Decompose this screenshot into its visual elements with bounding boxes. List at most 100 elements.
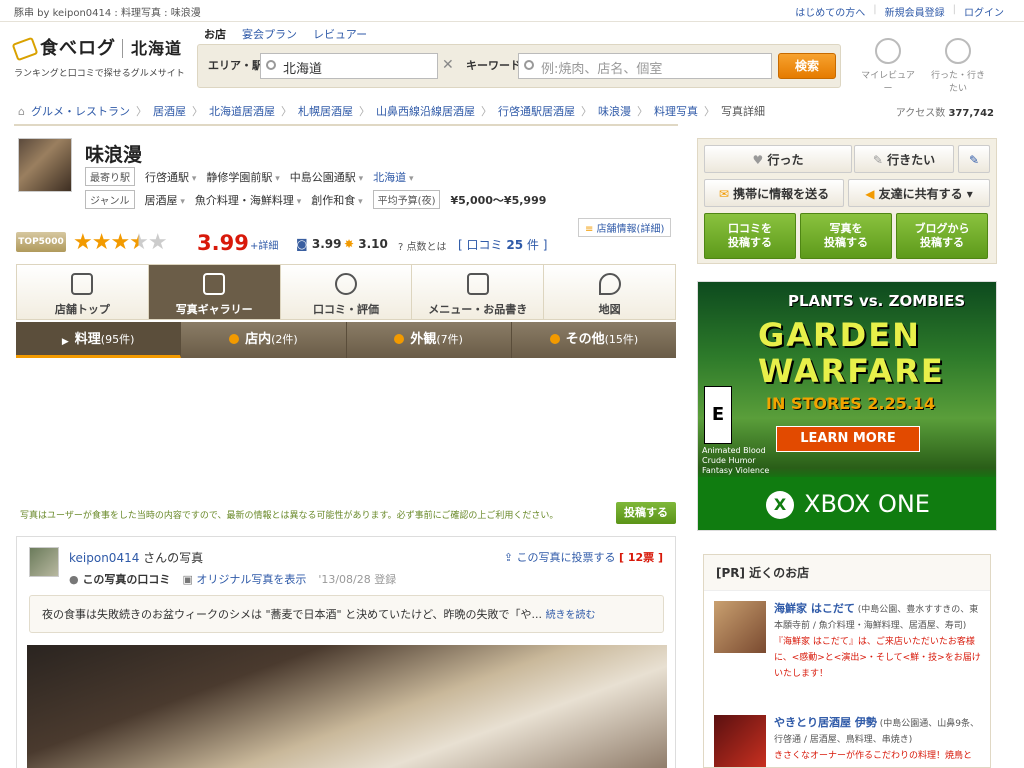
station-link[interactable]: 行啓通駅 — [145, 169, 196, 185]
search-tab-shops[interactable]: お店 — [204, 26, 226, 42]
ad-cta-button[interactable]: LEARN MORE — [776, 426, 920, 452]
send-mobile-label: 携帯に情報を送る — [733, 187, 830, 201]
went-wanted-button[interactable]: 行った・行きたい — [928, 34, 988, 94]
tab-photo-gallery[interactable]: 写真ギャラリー — [148, 265, 281, 319]
home-icon: ⌂ — [18, 104, 25, 118]
breadcrumb-item[interactable]: 味浪漫 — [598, 103, 631, 119]
avatar[interactable] — [29, 547, 59, 577]
shop-detail-label: 店舗情報(詳細) — [596, 224, 665, 235]
heart-icon: ♥ — [752, 153, 768, 167]
went-button[interactable]: ♥ 行った — [704, 145, 852, 173]
nearby-promo: 『海鮮家 はこだて』は、ご来店いただいたお客様に、<感動>と<演出>・そして<鮮… — [774, 637, 981, 679]
nearby-name[interactable]: 海鮮家 はこだて — [774, 602, 855, 615]
rating-detail-link[interactable]: +詳細 — [250, 237, 278, 252]
shop-name: 味浪漫 — [85, 144, 143, 166]
link-beginners[interactable]: はじめての方へ — [795, 4, 865, 19]
subtab-other[interactable]: その他(15件) — [512, 322, 676, 358]
original-photo-link[interactable]: ▣ オリジナル写真を表示 — [182, 571, 306, 587]
tab-menu[interactable]: メニュー・お品書き — [412, 265, 545, 319]
search-button[interactable]: 検索 — [778, 53, 836, 79]
review-count-link[interactable]: [ 口コミ 25 件 ] — [458, 236, 547, 253]
post-photo-button[interactable]: 投稿する — [616, 502, 676, 524]
edit-button[interactable]: ✎ — [958, 145, 990, 173]
station-row: 最寄り駅 行啓通駅 静修学園前駅 中島公園通駅 北海道 — [85, 167, 414, 186]
genre-link[interactable]: 居酒屋 — [145, 192, 185, 208]
share-button[interactable]: ◀ 友達に共有する ▾ — [848, 179, 990, 207]
review-excerpt: 夜の食事は失敗続きのお盆ウィークのシメは "蕎麦で日本酒" と決めていたけど、昨… — [29, 595, 664, 633]
food-photo[interactable] — [27, 645, 667, 768]
keyword-input[interactable]: 例:焼肉、店名、個室 — [518, 53, 772, 79]
subtab-exterior[interactable]: 外観(7件) — [347, 322, 512, 358]
nearby-name[interactable]: やきとり居酒屋 伊勢 — [774, 716, 877, 729]
search-tab-party[interactable]: 宴会プラン — [242, 26, 297, 42]
station-link[interactable]: 静修学園前駅 — [206, 169, 279, 185]
link-register[interactable]: 新規会員登録 — [885, 4, 945, 19]
genre-link[interactable]: 創作和食 — [311, 192, 362, 208]
post-photo-side-button[interactable]: 写真を 投稿する — [800, 213, 892, 259]
photo-review-link[interactable]: ● この写真の口コミ — [69, 571, 170, 587]
breadcrumb-item[interactable]: 山鼻西線沿線居酒屋 — [376, 103, 475, 119]
subtab-label: 外観 — [410, 332, 437, 347]
logo-region: 北海道 — [122, 39, 183, 58]
review-count-label: 口コミ — [466, 238, 503, 252]
area-input[interactable]: 北海道 — [260, 53, 438, 79]
nearby-text: やきとり居酒屋 伊勢 (中島公園通、山鼻9条、行啓通 / 居酒屋、鳥料理、串焼き… — [774, 715, 986, 764]
ad-title-2: WARFARE — [758, 352, 945, 390]
info-icon: ≡ — [585, 224, 597, 235]
clear-icon[interactable]: ✕ — [442, 57, 454, 73]
breadcrumb-item[interactable]: 料理写真 — [654, 103, 698, 119]
breadcrumb-item[interactable]: 居酒屋 — [153, 103, 186, 119]
read-more-link[interactable]: 続きを読む — [546, 610, 596, 621]
breadcrumb-item[interactable]: 行啓通駅居酒屋 — [498, 103, 575, 119]
shop-detail-link[interactable]: ≡ 店舗情報(詳細) — [578, 218, 672, 237]
want-button[interactable]: ✎ 行きたい — [854, 145, 954, 173]
ad-title-1: GARDEN — [758, 316, 921, 354]
link-login[interactable]: ログイン — [964, 4, 1004, 19]
breadcrumb-item[interactable]: グルメ・レストラン — [31, 103, 130, 119]
region-link[interactable]: 北海道 — [373, 169, 413, 185]
search-tab-reviewers[interactable]: レビュアー — [313, 26, 367, 42]
user-link[interactable]: keipon0414 — [69, 551, 139, 565]
share-icon: ◀ — [865, 187, 879, 201]
top5000-badge: TOP5000 — [16, 232, 66, 252]
points-help-link[interactable]: ? 点数とは — [398, 238, 447, 253]
nearby-image[interactable] — [714, 715, 766, 767]
access-count: アクセス数 377,742 — [896, 104, 994, 119]
separator: | — [952, 4, 956, 15]
site-logo[interactable]: 食べログ 北海道 ランキングと口コミで探せるグルメサイト — [11, 34, 194, 84]
advertisement[interactable]: PLANTS vs. ZOMBIES GARDEN WARFARE IN STO… — [697, 281, 997, 531]
breadcrumb-item[interactable]: 札幌居酒屋 — [298, 103, 353, 119]
breadcrumb-item[interactable]: 北海道居酒屋 — [209, 103, 275, 119]
utensils-icon — [71, 273, 94, 295]
map-pin-icon — [598, 273, 621, 295]
logo-mark: 食べログ 北海道 — [11, 34, 194, 62]
nearby-shops: [PR] 近くのお店 海鮮家 はこだて (中島公園、豊水すすきの、東本願寺前 /… — [703, 554, 991, 768]
top-links: はじめての方へ | 新規会員登録 | ログイン — [795, 4, 1004, 19]
breadcrumb-separator: 〉 — [480, 105, 492, 118]
nearby-image[interactable] — [714, 601, 766, 653]
tab-shop-top[interactable]: 店舗トップ — [17, 265, 149, 319]
tab-reviews[interactable]: 口コミ・評価 — [281, 265, 413, 319]
station-link[interactable]: 中島公園通駅 — [290, 169, 363, 185]
user-icon — [875, 38, 901, 64]
post-review-button[interactable]: 口コミを 投稿する — [704, 213, 796, 259]
mail-icon: ✉ — [718, 187, 734, 201]
area-value: 北海道 — [283, 62, 323, 77]
access-number: 377,742 — [948, 108, 994, 119]
subtab-food[interactable]: ▶ 料理(95件) — [16, 322, 182, 358]
tab-map[interactable]: 地図 — [544, 265, 675, 319]
genre-link[interactable]: 魚介料理・海鮮料理 — [195, 192, 301, 208]
post-blog-button[interactable]: ブログから 投稿する — [896, 213, 988, 259]
vote-link[interactable]: ⇪ この写真に投票する [ 12票 ] — [504, 549, 663, 565]
my-reviewer-button[interactable]: マイレビュアー — [858, 34, 918, 94]
subtab-label: 店内 — [245, 332, 272, 347]
subtab-interior[interactable]: 店内(2件) — [181, 322, 347, 358]
breadcrumb-separator: 〉 — [135, 105, 147, 118]
tab-label: 口コミ・評価 — [312, 303, 379, 316]
rating-score: 3.99 — [197, 231, 249, 255]
send-mobile-button[interactable]: ✉ 携帯に情報を送る — [704, 179, 844, 207]
shop-thumbnail[interactable] — [18, 138, 72, 192]
search-box: エリア・駅 北海道 ✕ キーワード 例:焼肉、店名、個室 検索 — [197, 44, 841, 88]
photo-category-tabs: ▶ 料理(95件) 店内(2件) 外観(7件) その他(15件) — [16, 322, 676, 358]
ad-platform-bar: X XBOX ONE — [698, 477, 996, 530]
